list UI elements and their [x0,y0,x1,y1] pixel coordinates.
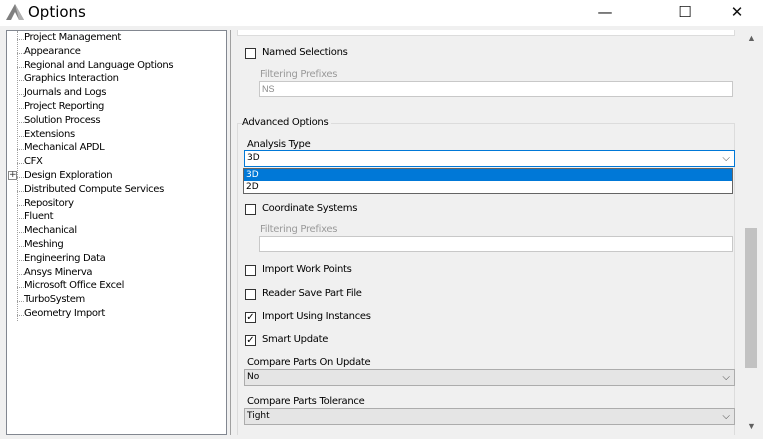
advanced-options-label: Advanced Options [242,117,332,128]
tree-item-label: Engineering Data [24,252,106,264]
tree-connector [17,52,24,54]
vertical-scrollbar[interactable]: ▲ ▼ [743,30,760,435]
tree-item-label: TurboSystem [24,294,85,306]
tree-item-label: Distributed Compute Services [24,183,164,195]
tree-item-label: Regional and Language Options [24,59,174,71]
ns-filter-input[interactable]: NS [259,81,733,97]
tree-item-label: Solution Process [24,114,101,126]
options-panel: Named Selections Filtering Prefixes NS A… [230,30,742,435]
tree-connector [17,94,24,96]
compare-parts-label: Compare Parts On Update [247,357,371,368]
tree-connector [17,108,24,109]
scrolled-textbox [237,30,735,36]
scroll-down-icon[interactable]: ▼ [743,418,760,435]
coordinate-systems-label: Coordinate Systems [262,203,358,214]
ns-filter-label: Filtering Prefixes [260,69,338,80]
tree-connector [17,121,24,123]
import-using-instances-checkbox[interactable]: ✓ [245,312,256,323]
tree-item-label: Repository [24,197,74,209]
tree-item-label: Project Reporting [24,101,105,112]
tree-item-label: Project Management [24,32,121,43]
scrollbar-thumb[interactable] [745,228,757,368]
import-using-instances-label: Import Using Instances [262,311,371,322]
tree-connector [17,218,24,220]
tree-item-label: Extensions [24,128,75,140]
import-work-points-label: Import Work Points [262,264,352,275]
tree-connector [17,232,24,234]
tree-item-label: Mechanical APDL [24,142,105,154]
close-button[interactable]: ✕ [714,0,760,26]
analysis-type-value: 3D [247,153,260,163]
dropdown-option-2d[interactable]: 2D [244,181,732,193]
compare-parts-value: No [247,372,260,382]
tree-connector [17,259,24,261]
window-title: Options [28,3,86,21]
tree-connector [17,149,24,151]
tree-guide-line [17,31,18,321]
smart-update-label: Smart Update [262,334,329,345]
tree-item-label: Journals and Logs [24,87,107,99]
dropdown-option-3d[interactable]: 3D [244,169,732,181]
tree-item-label: Ansys Minerva [24,266,93,278]
reader-save-part-file-checkbox[interactable] [245,289,256,300]
tree-item-label: Design Exploration [24,170,113,181]
chevron-down-icon: ⌵ [722,372,730,383]
tree-connector [17,246,24,247]
tree-connector [17,135,24,137]
analysis-type-combo[interactable]: 3D ⌵ [244,150,735,167]
ansys-app-icon [6,4,24,20]
compare-tolerance-combo[interactable]: Tight ⌵ [244,408,735,425]
tree-connector [17,80,24,82]
tree-connector [17,273,24,275]
tree-connector [17,163,24,165]
coordinate-systems-checkbox[interactable] [245,204,256,215]
tree-connector [17,287,24,289]
tree-item-label: CFX [24,156,43,168]
tree-connector [17,39,24,40]
analysis-type-dropdown-list[interactable]: 3D 2D [243,168,733,194]
tree-connector [17,66,24,68]
tree-item-label: Appearance [24,45,81,57]
tree-item-label: Mechanical [24,225,77,237]
tree-item-label: Geometry Import [24,308,105,319]
compare-parts-combo[interactable]: No ⌵ [244,369,735,386]
analysis-type-label: Analysis Type [247,139,311,150]
options-tree[interactable]: Project Management Appearance Regional and… [6,30,227,435]
title-bar: Options — ☐ ✕ [0,0,763,26]
chevron-down-icon: ⌵ [722,411,730,422]
cs-filter-label: Filtering Prefixes [260,224,338,235]
import-work-points-checkbox[interactable] [245,265,256,276]
tree-connector [17,301,24,303]
tree-connector [17,177,24,178]
cs-filter-input[interactable] [259,236,733,252]
compare-tolerance-value: Tight [247,411,270,421]
named-selections-label: Named Selections [262,47,348,58]
scroll-up-icon[interactable]: ▲ [743,30,760,47]
named-selections-checkbox[interactable] [245,48,256,59]
maximize-button[interactable]: ☐ [662,0,708,26]
tree-item-label: Microsoft Office Excel [24,280,124,292]
tree-item-label: Fluent [24,211,54,223]
minimize-button[interactable]: — [582,0,628,26]
expand-plus-icon[interactable]: + [8,171,17,180]
tree-connector [17,315,24,316]
tree-connector [17,204,24,206]
tree-item-label: Meshing [24,239,64,250]
chevron-down-icon: ⌵ [722,153,730,164]
compare-tolerance-label: Compare Parts Tolerance [247,396,365,407]
reader-save-part-file-label: Reader Save Part File [262,288,362,299]
tree-item-label: Graphics Interaction [24,73,119,85]
tree-connector [17,190,24,192]
smart-update-checkbox[interactable]: ✓ [245,335,256,346]
